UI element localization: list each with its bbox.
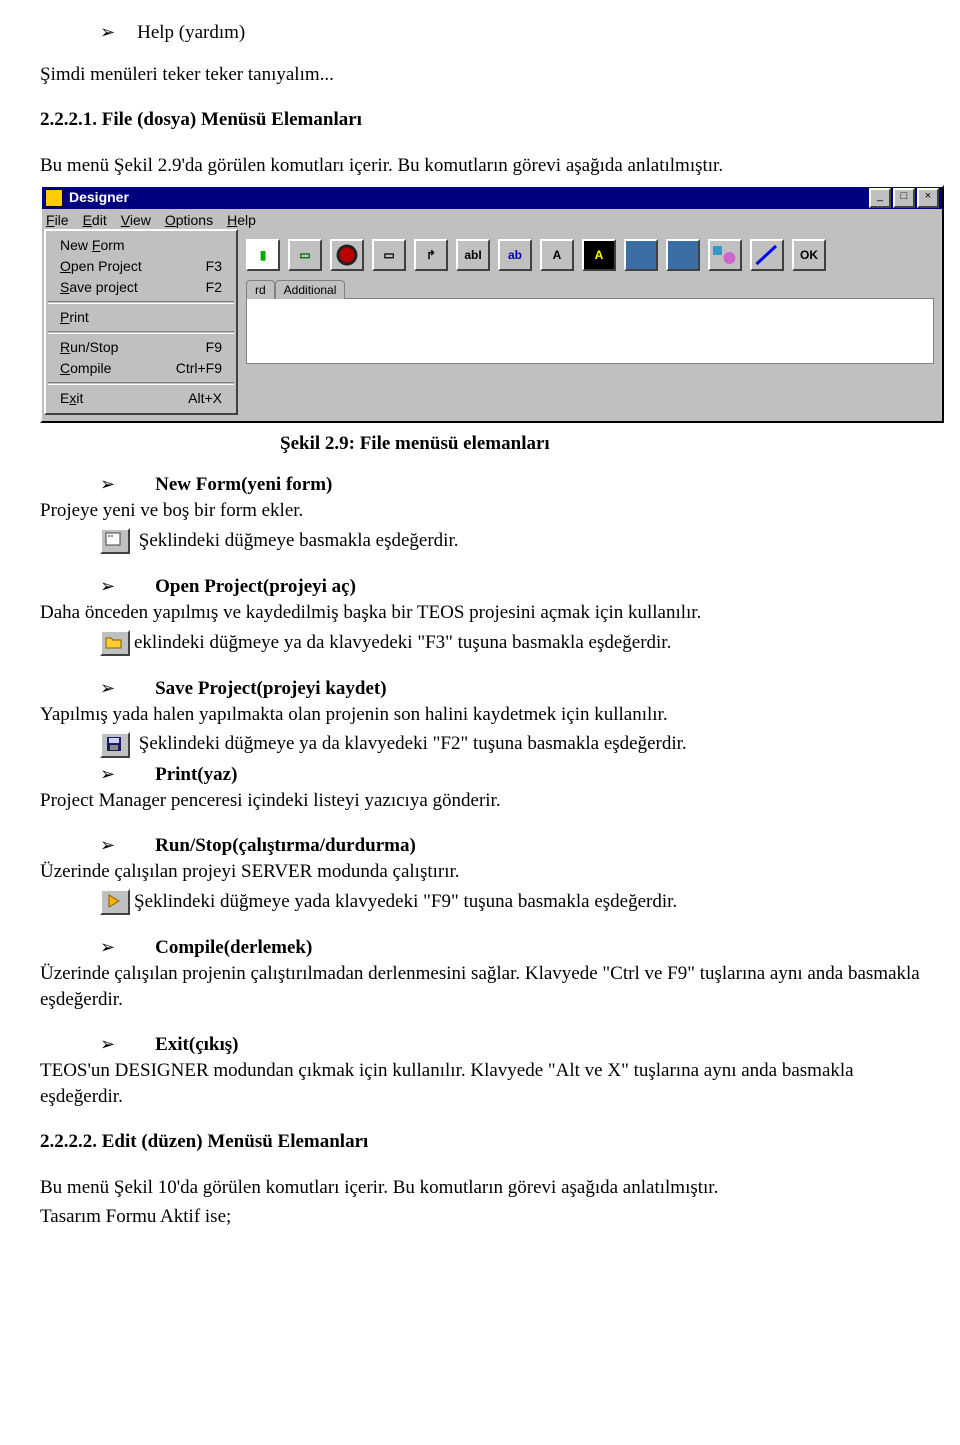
outro-l1: Bu menü Şekil 10'da görülen komutları iç… [40, 1175, 920, 1201]
help-heading: Help (yardım) [137, 20, 245, 46]
tool-button-ok[interactable]: OK [792, 239, 826, 271]
outro-l2: Tasarım Formu Aktif ise; [40, 1204, 920, 1230]
tab-rd[interactable]: rd [246, 280, 275, 299]
exit-l1: TEOS'un DESIGNER modundan çıkmak için ku… [40, 1058, 920, 1109]
close-button[interactable]: × [917, 188, 939, 208]
bullet-arrow-icon: ➢ [100, 762, 115, 786]
tool-button-abI[interactable]: abI [456, 239, 490, 271]
open-l1: Daha önceden yapılmış ve kaydedilmiş baş… [40, 600, 920, 626]
newform-toolbar-icon [100, 528, 130, 554]
dd-print[interactable]: Print [46, 307, 236, 328]
dd-separator [48, 301, 234, 304]
menu-file[interactable]: File [46, 211, 69, 230]
bullet-arrow-icon: ➢ [100, 574, 115, 598]
newform-l2: Şeklindeki düğmeye basmakla eşdeğerdir. [139, 530, 459, 551]
tab-strip: rd Additional [246, 279, 934, 299]
intro-line: Şimdi menüleri teker teker tanıyalım... [40, 62, 920, 88]
section-2222-heading: 2.2.2.2. Edit (düzen) Menüsü Elemanları [40, 1129, 920, 1155]
dd-new-form[interactable]: New Form [46, 235, 236, 256]
section-2221-heading: 2.2.2.1. File (dosya) Menüsü Elemanları [40, 107, 920, 133]
save-l1: Yapılmış yada halen yapılmakta olan proj… [40, 702, 920, 728]
save-floppy-icon [100, 732, 130, 758]
dd-separator [48, 382, 234, 385]
designer-window: Designer _ □ × File Edit View Options He… [40, 185, 944, 423]
tool-button-line[interactable] [750, 239, 784, 271]
print-heading: Print(yaz) [155, 762, 237, 788]
open-folder-icon [100, 630, 130, 656]
compile-heading: Compile(derlemek) [155, 935, 312, 961]
run-l1: Üzerinde çalışılan projeyi SERVER modund… [40, 859, 920, 885]
newform-heading: New Form(yeni form) [155, 472, 332, 498]
menu-edit[interactable]: Edit [83, 211, 107, 230]
newform-l1: Projeye yeni ve boş bir form ekler. [40, 498, 920, 524]
menu-view[interactable]: View [121, 211, 151, 230]
tab-additional[interactable]: Additional [275, 280, 346, 299]
tool-button-5[interactable]: ↱ [414, 239, 448, 271]
dd-separator [48, 331, 234, 334]
tool-button-A1[interactable]: A [540, 239, 574, 271]
save-l2: Şeklindeki düğmeye ya da klavyedeki "F2"… [139, 733, 687, 754]
tool-button-ab[interactable]: ab [498, 239, 532, 271]
bullet-arrow-icon: ➢ [100, 20, 115, 44]
open-heading: Open Project(projeyi aç) [155, 574, 356, 600]
bullet-arrow-icon: ➢ [100, 676, 115, 700]
tool-button-dots1[interactable] [624, 239, 658, 271]
bullet-arrow-icon: ➢ [100, 472, 115, 496]
app-icon [45, 189, 63, 207]
client-area [246, 298, 934, 364]
figure-caption: Şekil 2.9: File menüsü elemanları [280, 431, 920, 457]
bullet-arrow-icon: ➢ [100, 935, 115, 959]
maximize-button[interactable]: □ [893, 188, 915, 208]
intro-desc: Bu menü Şekil 2.9'da görülen komutları i… [40, 153, 920, 179]
exit-heading: Exit(çıkış) [155, 1032, 238, 1058]
save-heading: Save Project(projeyi kaydet) [155, 676, 386, 702]
tool-button-dots2[interactable] [666, 239, 700, 271]
compile-l1: Üzerinde çalışılan projenin çalıştırılma… [40, 961, 920, 1012]
titlebar: Designer _ □ × [42, 187, 942, 209]
tool-button-2[interactable]: ▭ [288, 239, 322, 271]
run-heading: Run/Stop(çalıştırma/durdurma) [155, 833, 416, 859]
tool-button-gauge[interactable] [330, 239, 364, 271]
tool-button-4[interactable]: ▭ [372, 239, 406, 271]
tool-button-shapes[interactable] [708, 239, 742, 271]
dd-exit[interactable]: ExitAlt+X [46, 388, 236, 409]
dd-compile[interactable]: CompileCtrl+F9 [46, 358, 236, 379]
window-title: Designer [69, 188, 129, 207]
menu-options[interactable]: Options [165, 211, 213, 230]
menu-help[interactable]: Help [227, 211, 256, 230]
tool-button-A2[interactable]: A [582, 239, 616, 271]
dd-run-stop[interactable]: Run/StopF9 [46, 337, 236, 358]
tool-button-1[interactable]: ▮ [246, 239, 280, 271]
dd-save-project[interactable]: Save projectF2 [46, 277, 236, 298]
open-l2: eklindeki düğmeye ya da klavyedeki "F3" … [134, 632, 671, 653]
dd-open-project[interactable]: Open ProjectF3 [46, 256, 236, 277]
file-dropdown: New Form Open ProjectF3 Save projectF2 P… [44, 229, 238, 414]
run-l2: Şeklindeki düğmeye yada klavyedeki "F9" … [134, 891, 677, 912]
minimize-button[interactable]: _ [869, 188, 891, 208]
bullet-arrow-icon: ➢ [100, 1032, 115, 1056]
toolbar: ▮ ▭ ▭ ↱ abI ab A A OK [246, 237, 934, 273]
print-l1: Project Manager penceresi içindeki liste… [40, 788, 920, 814]
run-play-icon [100, 889, 130, 915]
bullet-arrow-icon: ➢ [100, 833, 115, 857]
menubar: File Edit View Options Help [42, 209, 942, 232]
